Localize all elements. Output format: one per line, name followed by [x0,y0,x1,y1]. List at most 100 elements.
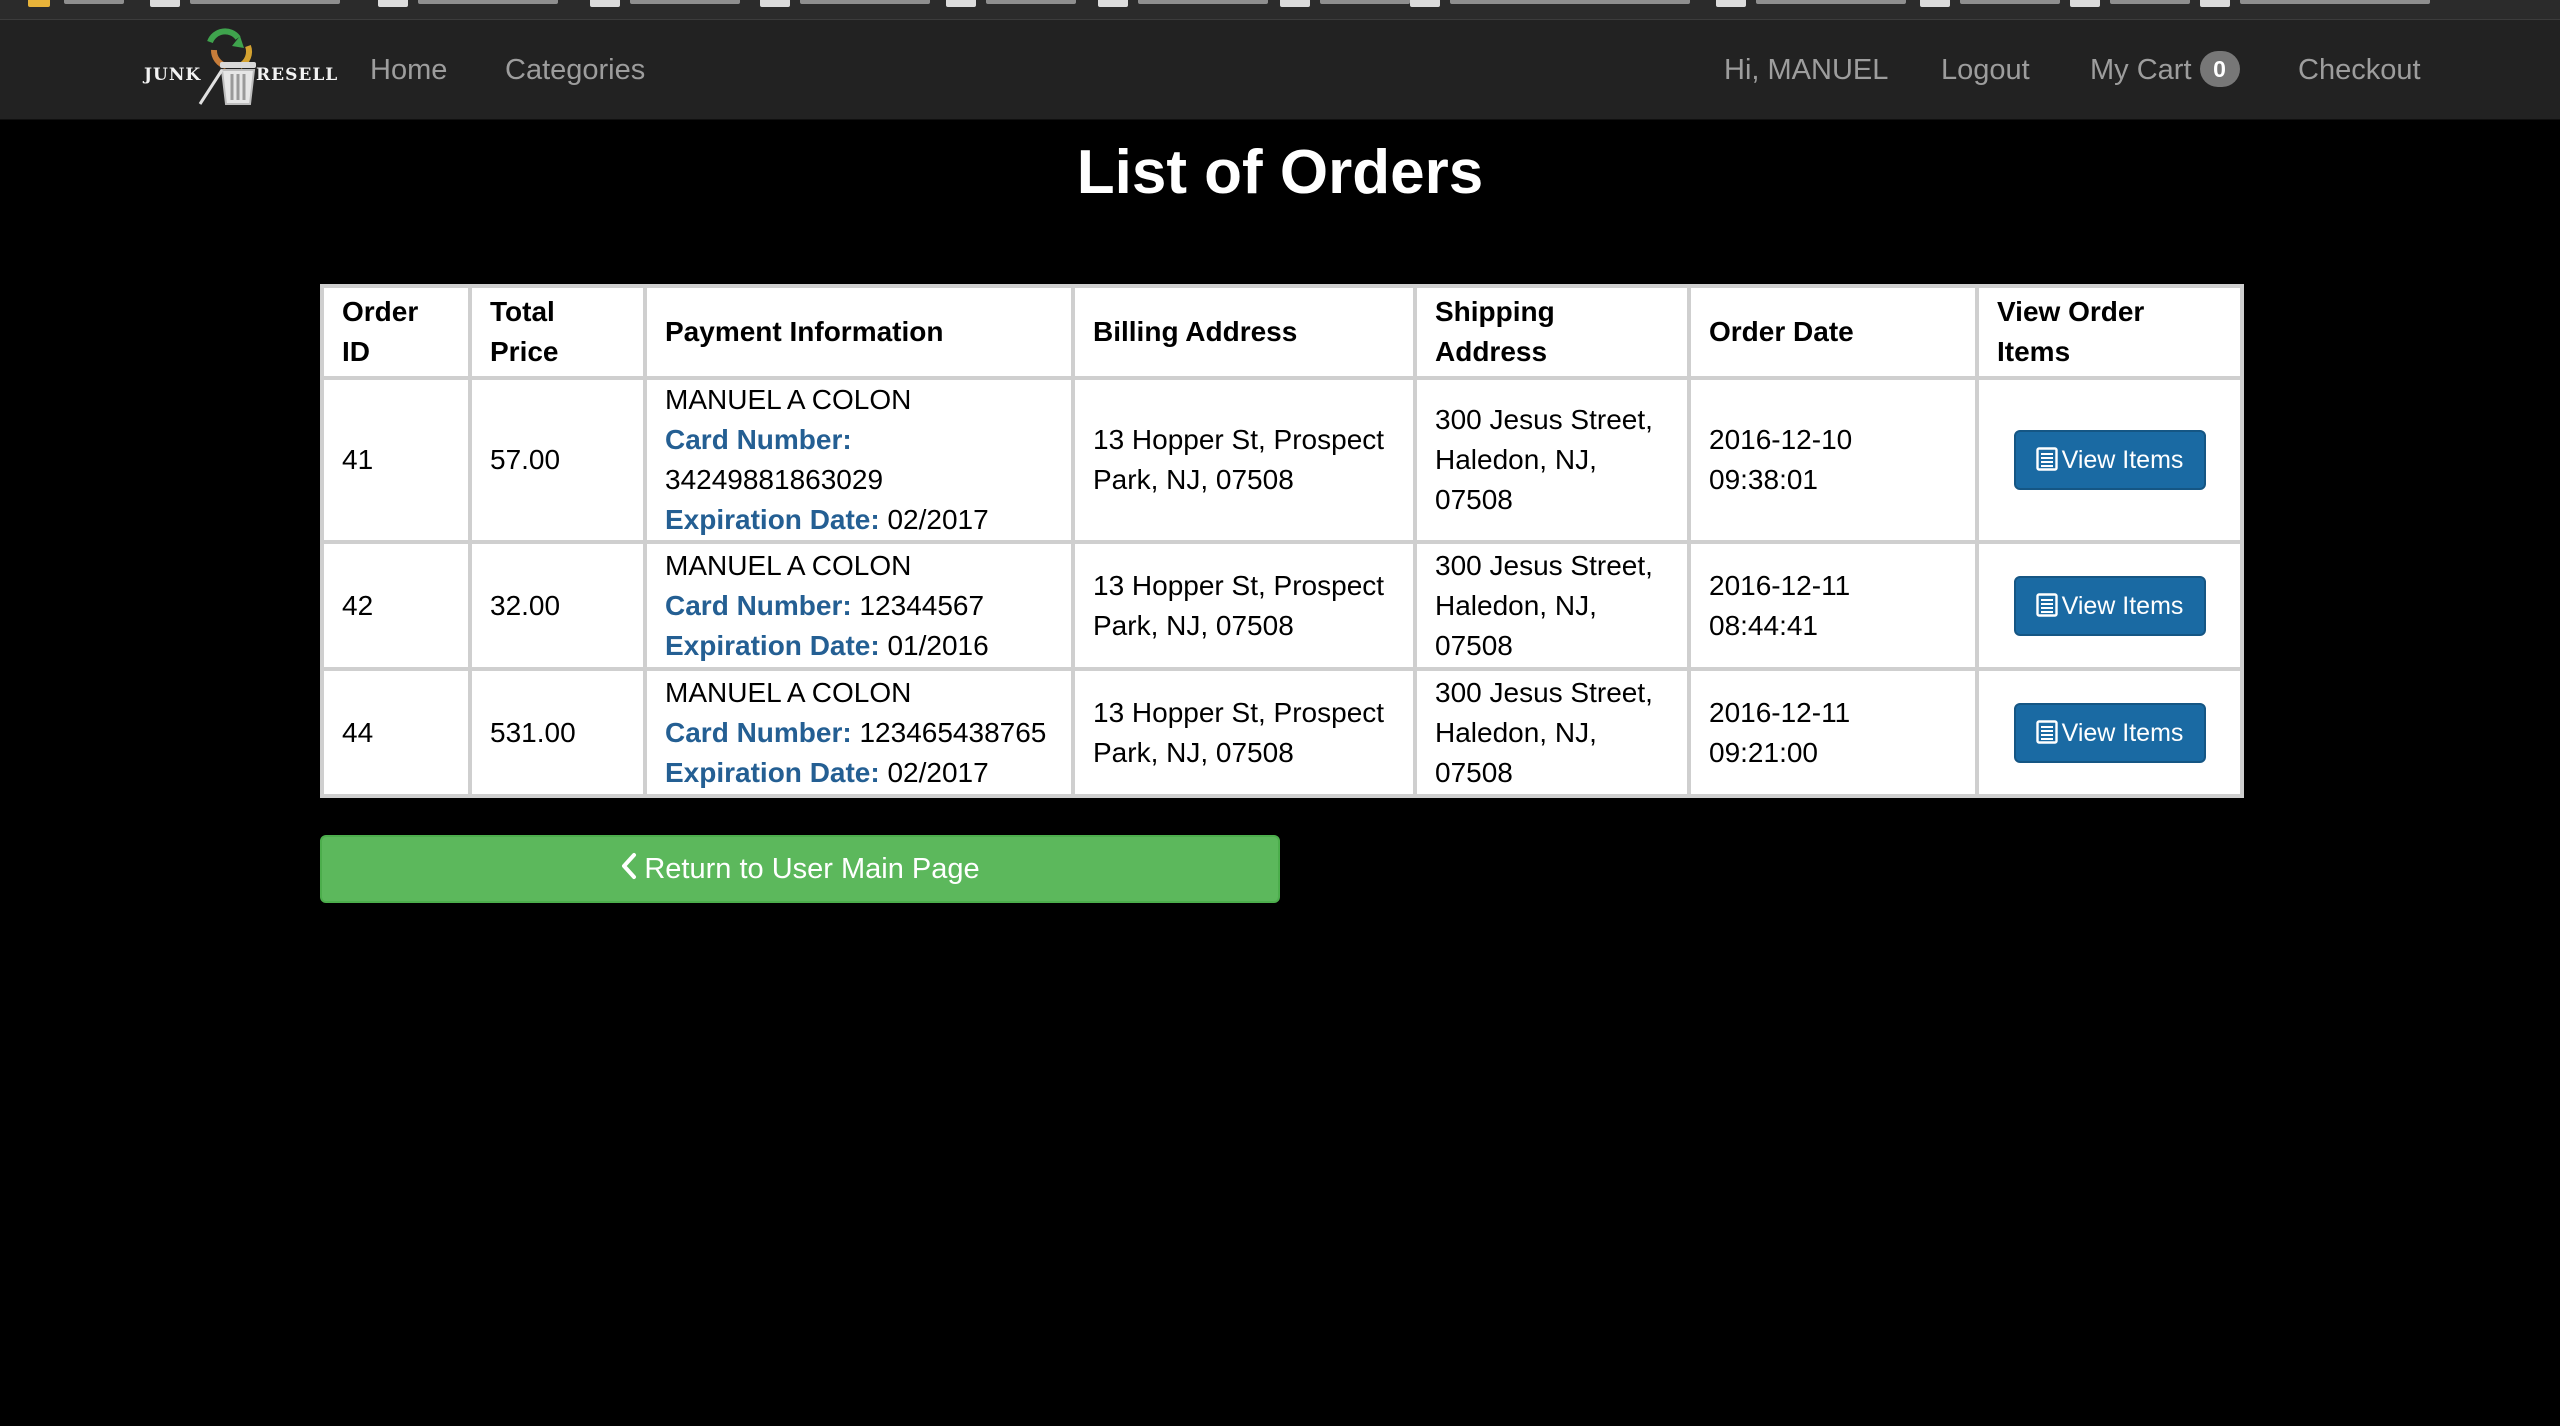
chevron-left-icon [622,853,637,880]
shipping-address-cell: 300 Jesus Street, Haledon, NJ, 07508 [1413,540,1691,671]
bookmark-favicon-icon[interactable] [1098,0,1128,7]
header-total-price: Total Price [468,284,647,380]
expiration-date-value: 02/2017 [887,756,989,788]
bookmark-item[interactable] [1756,0,1906,4]
order-id-cell: 44 [320,667,472,798]
bookmark-item[interactable] [1320,0,1410,4]
expiration-date-label: Expiration Date: [665,629,880,661]
table-row: 42 32.00 MANUEL A COLON Card Number: 123… [320,540,2244,671]
card-number-label: Card Number: [665,589,852,621]
view-items-label: View Items [2061,591,2184,620]
table-header-row: Order ID Total Price Payment Information… [320,284,2244,380]
card-number-label: Card Number: [665,424,852,455]
view-items-button[interactable]: View Items [2013,430,2206,490]
browser-bookmarks-bar [0,0,2560,20]
bookmark-item[interactable] [2240,0,2430,4]
total-price-cell: 531.00 [468,667,647,798]
checkout-link[interactable]: Checkout [2298,20,2421,120]
bookmark-item[interactable] [418,0,558,4]
table-row: 41 57.00 MANUEL A COLON Card Number: 342… [320,376,2244,544]
list-alt-icon [2035,447,2058,472]
bookmark-favicon-icon[interactable] [946,0,976,7]
view-items-label: View Items [2061,718,2184,747]
my-cart-link[interactable]: My Cart 0 [2090,20,2240,120]
bookmark-item[interactable] [1138,0,1268,4]
bookmark-favicon-icon[interactable] [1280,0,1310,7]
order-date-cell: 2016-12-11 09:21:00 [1687,667,1979,798]
cart-count-badge: 0 [2199,51,2240,88]
header-shipping-address: Shipping Address [1413,284,1691,380]
bookmark-favicon-icon[interactable] [1410,0,1440,7]
top-navbar: JUNK RESELL Home Categories Hi, MANUEL L… [0,20,2560,120]
total-price-cell: 57.00 [468,376,647,544]
order-date-cell: 2016-12-11 08:44:41 [1687,540,1979,671]
header-payment-information: Payment Information [643,284,1075,380]
cardholder-name: MANUEL A COLON [665,676,912,708]
my-cart-label: My Cart [2090,54,2192,86]
payment-info-cell: MANUEL A COLON Card Number: 123465438765… [643,667,1075,798]
card-number-label: Card Number: [665,716,852,748]
view-items-button[interactable]: View Items [2013,702,2206,763]
bookmark-item[interactable] [1960,0,2060,4]
nav-categories-link[interactable]: Categories [505,20,645,120]
card-number-value: 12344567 [859,589,985,621]
payment-info-cell: MANUEL A COLON Card Number: 12344567 Exp… [643,540,1075,671]
total-price-cell: 32.00 [468,540,647,671]
list-alt-icon [2035,593,2058,617]
bookmark-item[interactable] [1450,0,1690,4]
brand-logo[interactable]: JUNK RESELL [140,20,337,120]
payment-info-cell: MANUEL A COLON Card Number: 342498818630… [643,376,1075,544]
header-view-order-items: View Order Items [1975,284,2244,380]
view-items-button[interactable]: View Items [2013,575,2206,636]
view-items-label: View Items [2061,446,2184,474]
card-number-value: 34249881863029 [665,464,884,495]
shipping-address-cell: 300 Jesus Street, Haledon, NJ, 07508 [1413,376,1691,544]
bookmark-favicon-icon[interactable] [760,0,790,7]
bookmark-item[interactable] [2110,0,2190,4]
cardholder-name: MANUEL A COLON [665,549,912,581]
expiration-date-value: 01/2016 [887,629,989,661]
bookmark-item[interactable] [800,0,930,4]
view-items-cell: View Items [1975,667,2244,798]
order-id-cell: 42 [320,540,472,671]
bookmark-favicon-icon[interactable] [1920,0,1950,7]
bookmark-favicon-icon[interactable] [1716,0,1746,7]
bookmark-favicon-icon[interactable] [2200,0,2230,7]
return-button-label: Return to User Main Page [644,853,980,885]
bookmark-item[interactable] [190,0,340,4]
view-items-cell: View Items [1975,540,2244,671]
list-alt-icon [2035,720,2058,744]
user-greeting-link[interactable]: Hi, MANUEL [1724,20,1888,120]
bookmark-favicon-icon[interactable] [590,0,620,7]
brand-text-right: RESELL [256,65,339,85]
return-to-user-main-page-button[interactable]: Return to User Main Page [320,835,1280,903]
header-order-id: Order ID [320,284,472,380]
brand-text-left: JUNK [144,65,202,85]
billing-address-cell: 13 Hopper St, Prospect Park, NJ, 07508 [1071,667,1417,798]
bookmark-item[interactable] [630,0,740,4]
expiration-date-label: Expiration Date: [665,756,880,788]
orders-table: Order ID Total Price Payment Information… [320,284,2244,798]
card-number-value: 123465438765 [859,716,1047,748]
nav-home-link[interactable]: Home [370,20,447,120]
view-items-cell: View Items [1975,376,2244,544]
header-order-date: Order Date [1687,284,1979,380]
bookmark-favicon-icon[interactable] [378,0,408,7]
order-date-cell: 2016-12-10 09:38:01 [1687,376,1979,544]
billing-address-cell: 13 Hopper St, Prospect Park, NJ, 07508 [1071,540,1417,671]
expiration-date-label: Expiration Date: [665,504,880,535]
billing-address-cell: 13 Hopper St, Prospect Park, NJ, 07508 [1071,376,1417,544]
expiration-date-value: 02/2017 [887,504,989,535]
order-id-cell: 41 [320,376,472,544]
bookmark-favicon-icon[interactable] [150,0,180,7]
bookmark-item[interactable] [986,0,1076,4]
logout-link[interactable]: Logout [1941,20,2030,120]
header-billing-address: Billing Address [1071,284,1417,380]
bookmark-favicon-icon[interactable] [2070,0,2100,7]
shipping-address-cell: 300 Jesus Street, Haledon, NJ, 07508 [1413,667,1691,798]
table-row: 44 531.00 MANUEL A COLON Card Number: 12… [320,667,2244,798]
cardholder-name: MANUEL A COLON [665,384,912,415]
bookmark-item[interactable] [64,0,124,4]
apps-icon[interactable] [28,0,50,7]
page-title: List of Orders [1076,138,1484,207]
